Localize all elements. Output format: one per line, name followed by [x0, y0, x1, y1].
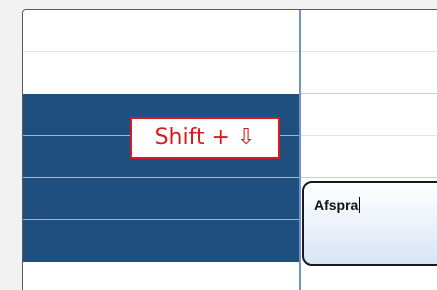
- calendar-grid: Shift + ⇩ Afspra: [22, 9, 437, 290]
- screen-stage: Shift + ⇩ Afspra: [0, 0, 437, 290]
- appointment-subject-text: Afspra: [314, 197, 359, 213]
- time-slot[interactable]: [301, 136, 437, 177]
- text-caret: [359, 197, 361, 213]
- slot-divider: [23, 177, 299, 178]
- slot-divider: [301, 177, 437, 178]
- appointment-editor[interactable]: Afspra: [302, 181, 437, 266]
- time-slot[interactable]: [23, 10, 299, 51]
- time-slot[interactable]: [23, 262, 299, 290]
- shortcut-callout: Shift + ⇩: [130, 117, 280, 159]
- time-slot[interactable]: [23, 52, 299, 94]
- time-slot[interactable]: [301, 10, 437, 51]
- time-slot[interactable]: [301, 52, 437, 93]
- slot-divider: [23, 219, 299, 220]
- appointment-subject-input[interactable]: Afspra: [314, 197, 361, 213]
- time-slot[interactable]: [301, 94, 437, 135]
